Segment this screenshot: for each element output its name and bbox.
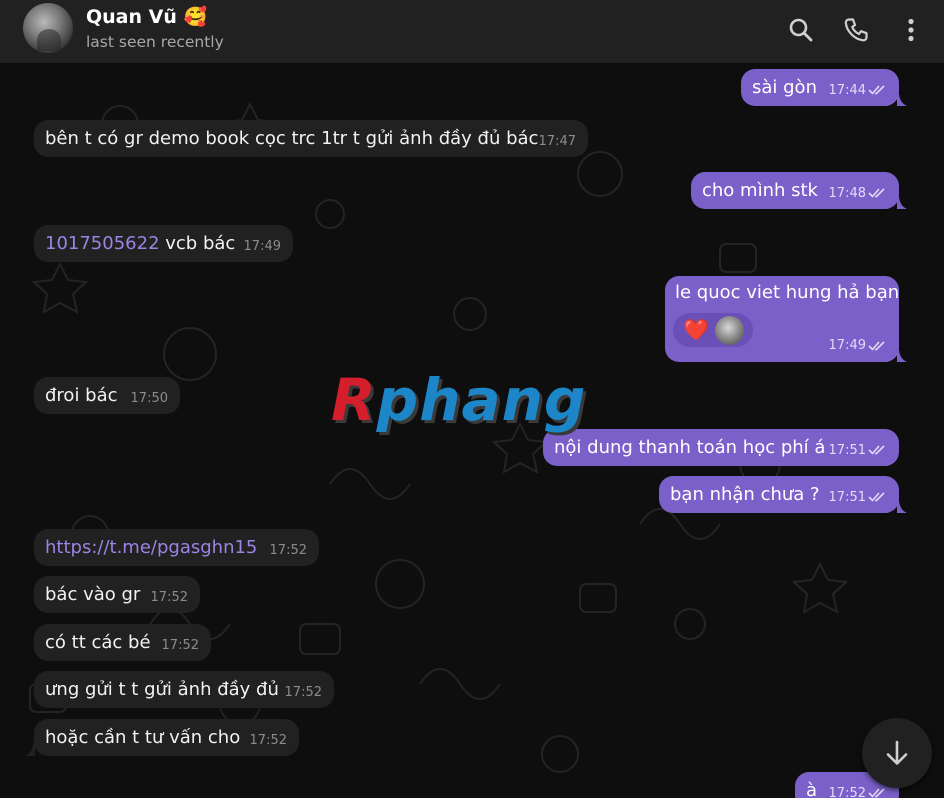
message-time: 17:52: [269, 543, 307, 558]
watermark-first-letter: R: [331, 366, 377, 434]
message-time: 17:52: [150, 590, 188, 605]
contact-name[interactable]: Quan Vũ 🥰: [86, 5, 207, 28]
message-outgoing[interactable]: bạn nhận chưa ? 17:51: [659, 476, 899, 513]
message-time: 17:49: [243, 239, 281, 254]
message-incoming[interactable]: bên t có gr demo book cọc trc 1tr t gửi …: [34, 120, 588, 157]
message-incoming[interactable]: bác vào gr 17:52: [34, 576, 200, 613]
message-incoming[interactable]: 1017505622 vcb bác 17:49: [34, 225, 293, 262]
double-check-icon: [868, 492, 885, 502]
message-time: 17:49: [828, 338, 866, 353]
message-time: 17:52: [828, 786, 866, 798]
bubble-tail: [897, 350, 907, 362]
message-outgoing[interactable]: sài gòn 17:44: [741, 69, 899, 106]
double-check-icon: [868, 788, 885, 798]
message-time: 17:52: [284, 685, 322, 700]
double-check-icon: [868, 445, 885, 455]
bubble-tail: [25, 744, 35, 756]
message-text: le quoc viet hung hả bạn: [675, 282, 900, 303]
message-outgoing[interactable]: cho mình stk 17:48: [691, 172, 899, 209]
message-text: bạn nhận chưa ?: [670, 484, 820, 505]
message-text: bên t có gr demo book cọc trc 1tr t gửi …: [45, 128, 539, 149]
account-number-link[interactable]: 1017505622: [45, 233, 160, 254]
message-time: 17:47: [538, 134, 576, 149]
message-time: 17:44: [828, 83, 866, 98]
message-time: 17:51: [828, 443, 866, 458]
message-text: nội dung thanh toán học phí á: [554, 437, 826, 458]
bubble-tail: [897, 94, 907, 106]
message-text: có tt các bé: [45, 632, 151, 653]
phone-icon[interactable]: [842, 16, 870, 44]
message-time: 17:52: [249, 733, 287, 748]
contact-avatar[interactable]: [23, 3, 73, 53]
message-list[interactable]: sài gòn 17:44 bên t có gr demo book cọc …: [0, 64, 944, 798]
message-incoming[interactable]: đroi bác 17:50: [34, 377, 180, 414]
chat-header: Quan Vũ 🥰 last seen recently: [0, 0, 944, 64]
arrow-down-icon: [886, 740, 908, 765]
double-check-icon: [868, 341, 885, 351]
message-text: đroi bác: [45, 385, 118, 406]
watermark-rest: phang: [376, 366, 587, 434]
message-time: 17:52: [161, 638, 199, 653]
message-text: sài gòn: [752, 77, 817, 98]
bubble-tail: [897, 197, 907, 209]
heart-reaction-icon: ❤️: [683, 318, 710, 342]
message-incoming[interactable]: có tt các bé 17:52: [34, 624, 211, 661]
message-time: 17:51: [828, 490, 866, 505]
message-text: vcb bác: [159, 233, 236, 254]
message-text: à: [806, 780, 818, 798]
message-text: cho mình stk: [702, 180, 818, 201]
more-vertical-icon[interactable]: [897, 16, 925, 44]
message-text: ưng gửi t t gửi ảnh đầy đủ: [45, 679, 279, 700]
scroll-to-bottom-button[interactable]: [862, 718, 932, 788]
bubble-tail: [897, 501, 907, 513]
message-incoming[interactable]: https://t.me/pgasghn15 17:52: [34, 529, 319, 566]
double-check-icon: [868, 188, 885, 198]
message-time: 17:50: [130, 391, 168, 406]
message-incoming[interactable]: ưng gửi t t gửi ảnh đầy đủ 17:52: [34, 671, 334, 708]
message-incoming[interactable]: hoặc cần t tư vấn cho 17:52: [34, 719, 299, 756]
message-outgoing[interactable]: le quoc viet hung hả bạn ❤️ 17:49: [665, 276, 899, 362]
search-icon[interactable]: [787, 16, 815, 44]
reaction-pill[interactable]: ❤️: [673, 313, 753, 347]
message-text: hoặc cần t tư vấn cho: [45, 727, 241, 748]
reactor-avatar: [715, 316, 744, 345]
message-time: 17:48: [828, 186, 866, 201]
contact-status: last seen recently: [86, 33, 224, 51]
watermark-logo: Rphang: [331, 360, 616, 440]
message-text: bác vào gr: [45, 584, 141, 605]
double-check-icon: [868, 85, 885, 95]
telegram-link[interactable]: https://t.me/pgasghn15: [45, 537, 257, 558]
